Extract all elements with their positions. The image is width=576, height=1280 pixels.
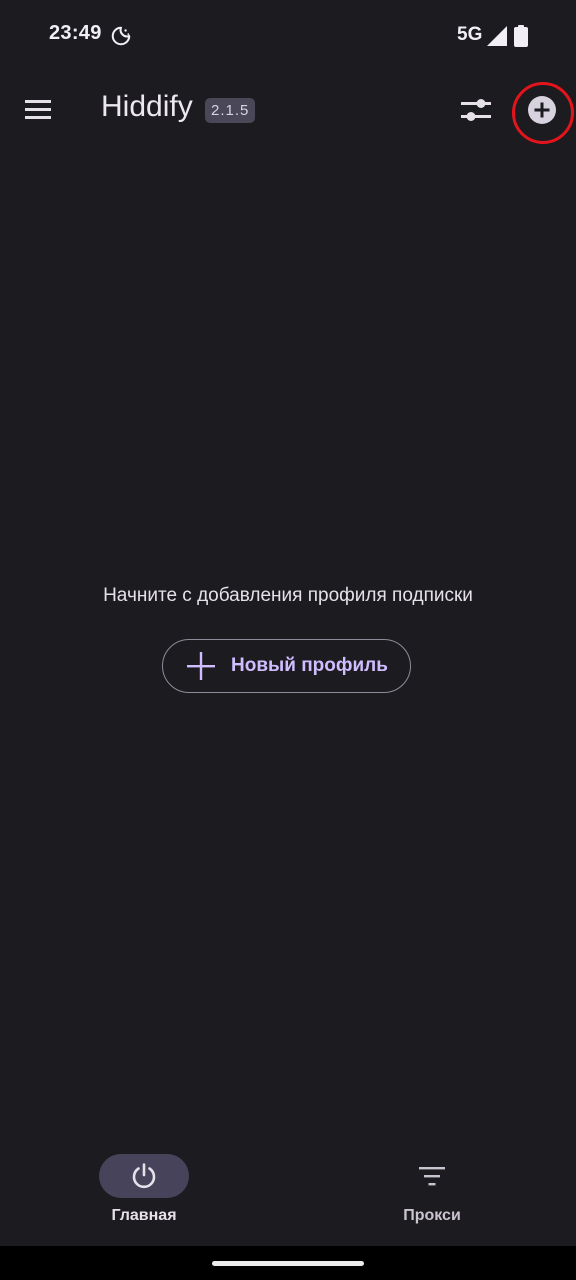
status-bar: 23:49 5G — [0, 0, 576, 72]
add-profile-button[interactable] — [518, 86, 566, 134]
nav-label-proxy: Прокси — [403, 1207, 461, 1224]
menu-button[interactable] — [15, 86, 63, 134]
status-time: 23:49 — [49, 22, 102, 44]
new-profile-button[interactable]: Новый профиль — [162, 639, 411, 693]
quick-settings-button[interactable] — [452, 86, 500, 134]
moon-icon — [111, 26, 131, 46]
nav-indicator — [387, 1154, 477, 1198]
version-badge: 2.1.5 — [205, 98, 256, 123]
new-profile-label: Новый профиль — [231, 655, 388, 676]
power-icon — [132, 1163, 156, 1189]
signal-icon — [487, 26, 507, 46]
network-type: 5G — [457, 24, 483, 45]
filter-icon — [419, 1167, 445, 1186]
gesture-area — [0, 1246, 576, 1280]
nav-indicator — [99, 1154, 189, 1198]
bottom-nav: Главная Прокси — [0, 1140, 576, 1246]
app-screen: 23:49 5G Hiddify 2.1.5 Начните с добавле… — [0, 0, 576, 1280]
menu-icon — [25, 100, 51, 119]
nav-item-proxy[interactable]: Прокси — [332, 1154, 532, 1234]
app-bar: Hiddify 2.1.5 — [0, 72, 576, 148]
nav-label-home: Главная — [111, 1207, 177, 1224]
nav-item-home[interactable]: Главная — [44, 1154, 244, 1234]
plus-icon — [187, 652, 215, 680]
battery-icon — [514, 25, 528, 47]
add-circle-icon — [528, 96, 556, 124]
empty-state-message: Начните с добавления профиля подписки — [103, 585, 473, 606]
gesture-handle[interactable] — [212, 1261, 364, 1266]
app-title: Hiddify — [101, 90, 193, 123]
sliders-icon — [461, 99, 491, 121]
